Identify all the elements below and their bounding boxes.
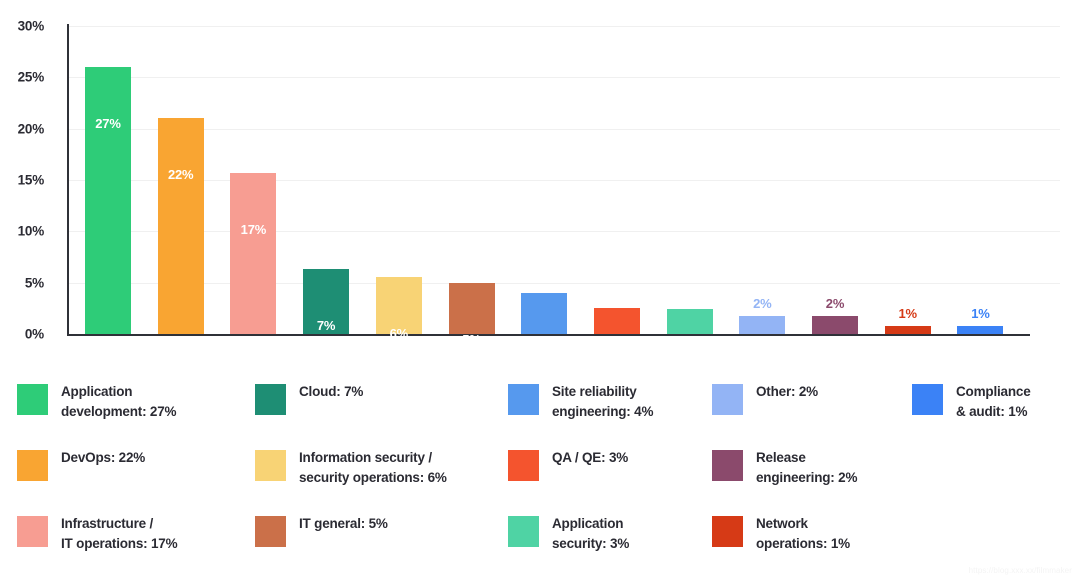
x-axis-line (67, 334, 1030, 336)
bar-value-label: 1% (898, 305, 917, 321)
watermark-text: https://blog.xxx.xx/filmmaker (968, 566, 1072, 575)
bar[interactable] (85, 67, 131, 334)
bar-slot: 6% (375, 26, 422, 341)
legend-item[interactable]: Release engineering: 2% (712, 448, 857, 488)
y-axis-tick-label: 25% (17, 69, 45, 85)
legend-color-swatch (255, 516, 286, 547)
bar-slot: 7% (303, 26, 350, 334)
legend-label: Application development: 27% (61, 384, 177, 419)
legend-label: Application security: 3% (552, 516, 630, 551)
bar-value-label: 4% (534, 341, 554, 357)
bar-slot: 22% (157, 26, 204, 334)
legend-item[interactable]: Compliance & audit: 1% (912, 382, 1031, 422)
legend-item[interactable]: QA / QE: 3% (508, 448, 628, 481)
bar-value-label: 5% (462, 331, 481, 347)
bar-chart: 0% 5% 10% 15% 20% 25% 30% 27% 22% 17% 7% 6% 5% 4% 3% 3… (0, 0, 1080, 373)
legend-color-swatch (17, 384, 48, 415)
bar[interactable] (230, 172, 277, 334)
legend-color-swatch (508, 450, 539, 481)
legend-item[interactable]: DevOps: 22% (17, 448, 145, 481)
legend-label: Cloud: 7% (299, 384, 364, 399)
bar[interactable] (593, 308, 640, 334)
legend-label: Site reliability engineering: 4% (552, 384, 654, 419)
bar-slot: 4% (521, 26, 568, 357)
legend-item[interactable]: Cloud: 7% (255, 382, 363, 415)
legend-color-swatch (712, 516, 743, 547)
y-axis-tick-label: 10% (17, 223, 45, 239)
legend-item[interactable]: Application security: 3% (508, 514, 629, 554)
bar-value-label: 22% (167, 167, 194, 183)
legend-label: Network operations: 1% (756, 516, 850, 551)
bar-slot: 27% (85, 26, 131, 334)
bar-series: 27% 22% 17% 7% 6% 5% 4% 3% 3% 2% 2% 1% 1% (68, 26, 1060, 373)
bar[interactable] (521, 292, 568, 334)
legend-item[interactable]: Network operations: 1% (712, 514, 850, 554)
legend-label: Release engineering: 2% (756, 450, 858, 485)
bar-slot: 1% (884, 26, 931, 334)
legend-label: DevOps: 22% (61, 450, 146, 465)
bar-slot: 3% (593, 26, 640, 372)
bar-value-label: 6% (389, 325, 409, 341)
bar-value-label: 17% (240, 221, 267, 237)
legend-label: IT general: 5% (299, 516, 388, 531)
y-axis-tick-label: 5% (24, 275, 44, 291)
y-axis-tick-label: 15% (17, 172, 45, 188)
legend-color-swatch (17, 450, 48, 481)
bar-slot: 2% (739, 26, 786, 334)
bar-value-label: 2% (825, 295, 845, 311)
bar-value-label: 27% (95, 116, 121, 132)
bar-slot: 1% (957, 26, 1004, 334)
bar[interactable] (812, 315, 858, 334)
bar-slot: 17% (230, 26, 277, 334)
bar-value-label: 1% (971, 305, 990, 321)
legend-label: QA / QE: 3% (552, 450, 629, 465)
legend-color-swatch (912, 384, 943, 415)
legend-item[interactable]: Other: 2% (712, 382, 818, 415)
bar[interactable] (739, 315, 786, 334)
legend-color-swatch (17, 516, 48, 547)
y-axis-tick-label: 30% (17, 18, 45, 34)
legend-color-swatch (712, 384, 743, 415)
legend-label: Infrastructure / IT operations: 17% (61, 516, 178, 551)
bar-slot: 3% (666, 26, 713, 373)
legend-color-swatch (255, 450, 286, 481)
y-axis-tick-label: 20% (17, 121, 45, 137)
legend-color-swatch (508, 384, 539, 415)
legend-item[interactable]: Site reliability engineering: 4% (508, 382, 653, 422)
y-axis: 0% 5% 10% 15% 20% 25% 30% (0, 0, 56, 360)
chart-legend: Application development: 27% DevOps: 22% I… (0, 368, 1080, 579)
bar-value-label: 7% (316, 318, 336, 334)
bar-slot: 2% (812, 26, 858, 334)
legend-item[interactable]: Infrastructure / IT operations: 17% (17, 514, 178, 554)
y-axis-tick-label: 0% (24, 326, 44, 342)
bar-value-label: 2% (753, 295, 772, 311)
legend-color-swatch (712, 450, 743, 481)
legend-label: Information security / security operatio… (299, 450, 447, 485)
legend-item[interactable]: Application development: 27% (17, 382, 177, 422)
bar[interactable] (448, 282, 495, 334)
legend-label: Compliance & audit: 1% (956, 384, 1031, 419)
legend-color-swatch (508, 516, 539, 547)
legend-label: Other: 2% (756, 384, 818, 399)
bar-slot: 5% (448, 26, 495, 347)
bar[interactable] (957, 325, 1004, 334)
bar[interactable] (157, 118, 204, 334)
legend-color-swatch (255, 384, 286, 415)
bar[interactable] (666, 309, 713, 334)
bar[interactable] (884, 325, 931, 334)
legend-item[interactable]: IT general: 5% (255, 514, 388, 547)
legend-item[interactable]: Information security / security operatio… (255, 448, 447, 488)
